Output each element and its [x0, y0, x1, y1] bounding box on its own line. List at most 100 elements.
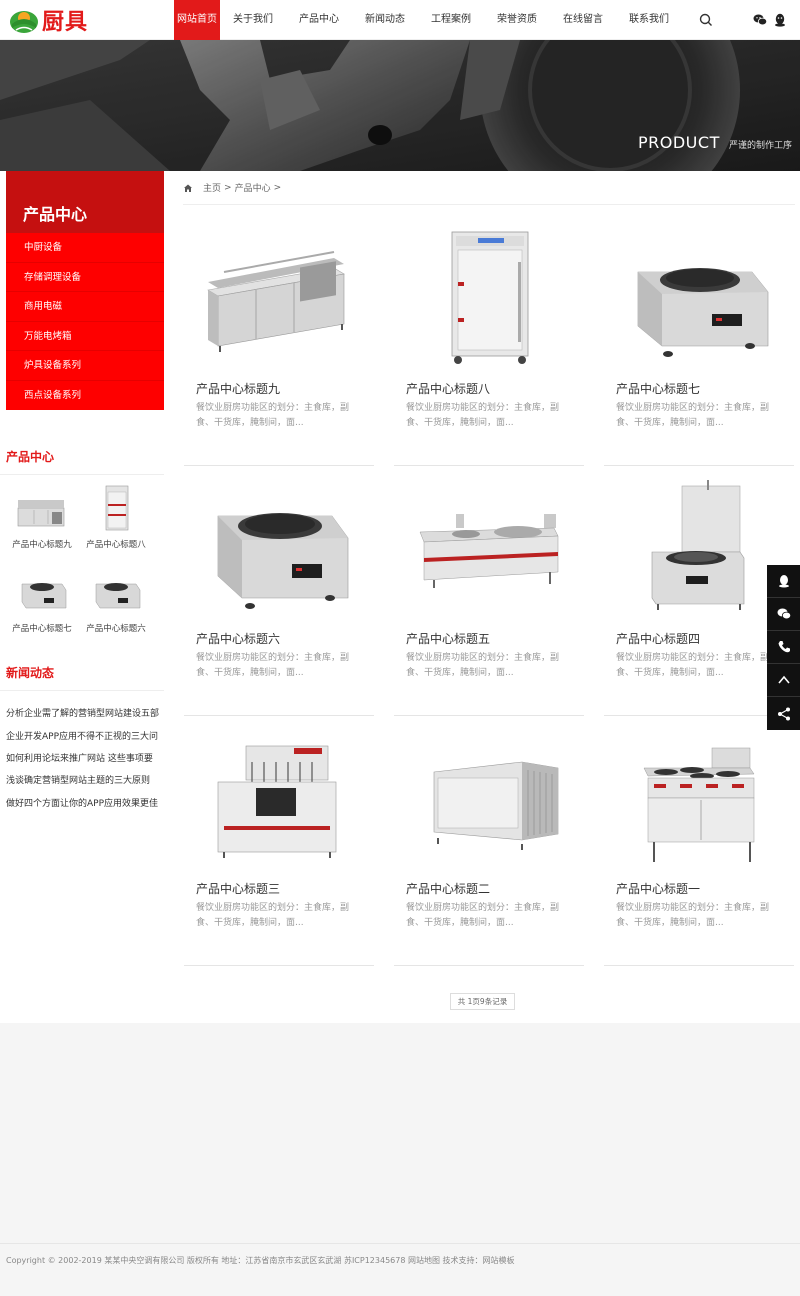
side-news-title: 新闻动态	[6, 666, 55, 680]
main-nav: 网站首页 关于我们 产品中心 新闻动态 工程案例 荣誉资质 在线留言 联系我们	[174, 0, 682, 40]
steamer-cabinet-image	[451, 231, 529, 364]
product-title[interactable]: 产品中心标题一	[604, 880, 794, 897]
breadcrumb-home[interactable]: 主页	[203, 181, 221, 194]
news-link[interactable]: 浅谈确定营销型网站主题的三大原则	[6, 773, 164, 786]
breadcrumb-separator: >	[273, 182, 282, 193]
qq-icon[interactable]	[772, 12, 788, 28]
product-title[interactable]: 产品中心标题六	[184, 630, 374, 647]
product-title[interactable]: 产品中心标题七	[604, 380, 794, 397]
divider	[183, 204, 795, 205]
category-item[interactable]: 中厨设备	[6, 233, 164, 263]
product-title[interactable]: 产品中心标题二	[394, 880, 584, 897]
phone-icon	[778, 641, 790, 653]
nav-message[interactable]: 在线留言	[550, 0, 616, 40]
divider	[0, 474, 164, 475]
induction-wok-image	[637, 268, 769, 357]
product-image	[394, 222, 584, 372]
mini-product-title: 产品中心标题七	[12, 624, 72, 634]
product-description: 餐饮业厨房功能区的划分：主食库，副食、干货库，腌制间，面...	[406, 653, 560, 678]
product-card[interactable]: 产品中心标题九 餐饮业厨房功能区的划分：主食库，副食、干货库，腌制间，面...	[184, 222, 374, 466]
news-link[interactable]: 做好四个方面让你的APP应用效果更佳	[6, 796, 164, 809]
category-item[interactable]: 存储调理设备	[6, 263, 164, 292]
nav-honors[interactable]: 荣誉资质	[484, 0, 550, 40]
product-description: 餐饮业厨房功能区的划分：主食库，副食、干货库，腌制间，面...	[196, 653, 350, 678]
category-item[interactable]: 万能电烤箱	[6, 322, 164, 351]
product-card[interactable]: 产品中心标题五 餐饮业厨房功能区的划分：主食库，副食、干货库，腌制间，面...	[394, 472, 584, 716]
mini-product[interactable]: 产品中心标题八	[80, 484, 152, 550]
float-top-button[interactable]	[767, 664, 800, 697]
product-thumbnail	[95, 583, 141, 609]
category-item[interactable]: 西点设备系列	[6, 381, 164, 411]
product-card[interactable]: 产品中心标题一 餐饮业厨房功能区的划分：主食库，副食、干货库，腌制间，面...	[604, 722, 794, 966]
product-image	[394, 722, 584, 872]
mini-product[interactable]: 产品中心标题九	[6, 484, 78, 550]
product-description: 餐饮业厨房功能区的划分：主食库，副食、干货库，腌制间，面...	[196, 903, 350, 928]
product-thumbnail	[105, 485, 129, 531]
news-link[interactable]: 分析企业需了解的营销型网站建设五部	[6, 706, 164, 719]
mini-product[interactable]: 产品中心标题六	[80, 568, 152, 634]
wechat-icon[interactable]	[752, 12, 768, 28]
category-list: 中厨设备 存储调理设备 商用电磁 万能电烤箱 炉具设备系列 西点设备系列	[6, 233, 164, 410]
mini-product-title: 产品中心标题六	[86, 624, 146, 634]
product-card[interactable]: 产品中心标题七 餐饮业厨房功能区的划分：主食库，副食、干货库，腌制间，面...	[604, 222, 794, 466]
product-title[interactable]: 产品中心标题八	[394, 380, 584, 397]
product-card[interactable]: 产品中心标题二 餐饮业厨房功能区的划分：主食库，副食、干货库，腌制间，面...	[394, 722, 584, 966]
soup-stove-image	[651, 480, 745, 610]
refrigerated-counter-image	[207, 251, 345, 352]
nav-news[interactable]: 新闻动态	[352, 0, 418, 40]
nav-contact[interactable]: 联系我们	[616, 0, 682, 40]
float-qq-button[interactable]	[767, 565, 800, 598]
wechat-icon	[777, 608, 791, 620]
logo-icon	[10, 11, 38, 33]
category-item[interactable]: 商用电磁	[6, 292, 164, 322]
product-description: 餐饮业厨房功能区的划分：主食库，副食、干货库，腌制间，面...	[406, 403, 560, 428]
product-title[interactable]: 产品中心标题九	[184, 380, 374, 397]
side-products-title: 产品中心	[6, 450, 55, 464]
nav-about[interactable]: 关于我们	[220, 0, 286, 40]
site-logo[interactable]: 厨具	[8, 5, 88, 35]
product-description: 餐饮业厨房功能区的划分：主食库，副食、干货库，腌制间，面...	[616, 653, 770, 678]
category-title: 产品中心	[23, 205, 88, 224]
news-link[interactable]: 如何利用论坛来推广网站 这些事项要	[6, 751, 164, 764]
divider	[394, 965, 584, 966]
banner-title: PRODUCT	[638, 133, 720, 152]
product-image	[604, 722, 794, 872]
product-description: 餐饮业厨房功能区的划分：主食库，副食、干货库，腌制间，面...	[616, 403, 770, 428]
divider	[184, 965, 374, 966]
nav-home[interactable]: 网站首页	[174, 0, 220, 40]
warming-cabinet-image	[433, 761, 559, 850]
product-description: 餐饮业厨房功能区的划分：主食库，副食、干货库，腌制间，面...	[616, 903, 770, 928]
float-share-button[interactable]	[767, 697, 800, 730]
nav-products[interactable]: 产品中心	[286, 0, 352, 40]
float-phone-button[interactable]	[767, 631, 800, 664]
site-header: 厨具 网站首页 关于我们 产品中心 新闻动态 工程案例 荣誉资质 在线留言 联系…	[0, 0, 800, 40]
logo-text: 厨具	[42, 9, 89, 35]
divider	[604, 465, 794, 466]
product-card[interactable]: 产品中心标题八 餐饮业厨房功能区的划分：主食库，副食、干货库，腌制间，面...	[394, 222, 584, 466]
product-title[interactable]: 产品中心标题五	[394, 630, 584, 647]
breadcrumb-current[interactable]: 产品中心	[235, 181, 271, 194]
floating-contact-bar	[767, 565, 800, 730]
mini-product-title: 产品中心标题八	[86, 540, 146, 550]
mini-product[interactable]: 产品中心标题七	[6, 568, 78, 634]
product-card[interactable]: 产品中心标题三 餐饮业厨房功能区的划分：主食库，副食、干货库，腌制间，面...	[184, 722, 374, 966]
nav-cases[interactable]: 工程案例	[418, 0, 484, 40]
search-icon[interactable]	[698, 12, 714, 28]
page-bottom-area	[0, 1023, 800, 1243]
product-title[interactable]: 产品中心标题四	[604, 630, 794, 647]
divider	[604, 965, 794, 966]
news-link[interactable]: 企业开发APP应用不得不正视的三大问	[6, 729, 164, 742]
product-image	[394, 472, 584, 622]
footer-copyright: Copyright © 2002-2019 某某中央空调有限公司 版权所有 地址…	[6, 1256, 515, 1265]
float-wechat-button[interactable]	[767, 598, 800, 631]
product-card[interactable]: 产品中心标题六 餐饮业厨房功能区的划分：主食库，副食、干货库，腌制间，面...	[184, 472, 374, 716]
product-thumbnail	[21, 583, 67, 609]
pagination-info: 共 1页9条记录	[450, 993, 515, 1010]
product-title[interactable]: 产品中心标题三	[184, 880, 374, 897]
product-card[interactable]: 产品中心标题四 餐饮业厨房功能区的划分：主食库，副食、干货库，腌制间，面...	[604, 472, 794, 716]
mini-product-title: 产品中心标题九	[12, 540, 72, 550]
home-icon[interactable]	[183, 183, 193, 193]
product-image	[604, 472, 794, 622]
category-item[interactable]: 炉具设备系列	[6, 351, 164, 381]
breadcrumb: 主页 > 产品中心 >	[183, 181, 281, 194]
